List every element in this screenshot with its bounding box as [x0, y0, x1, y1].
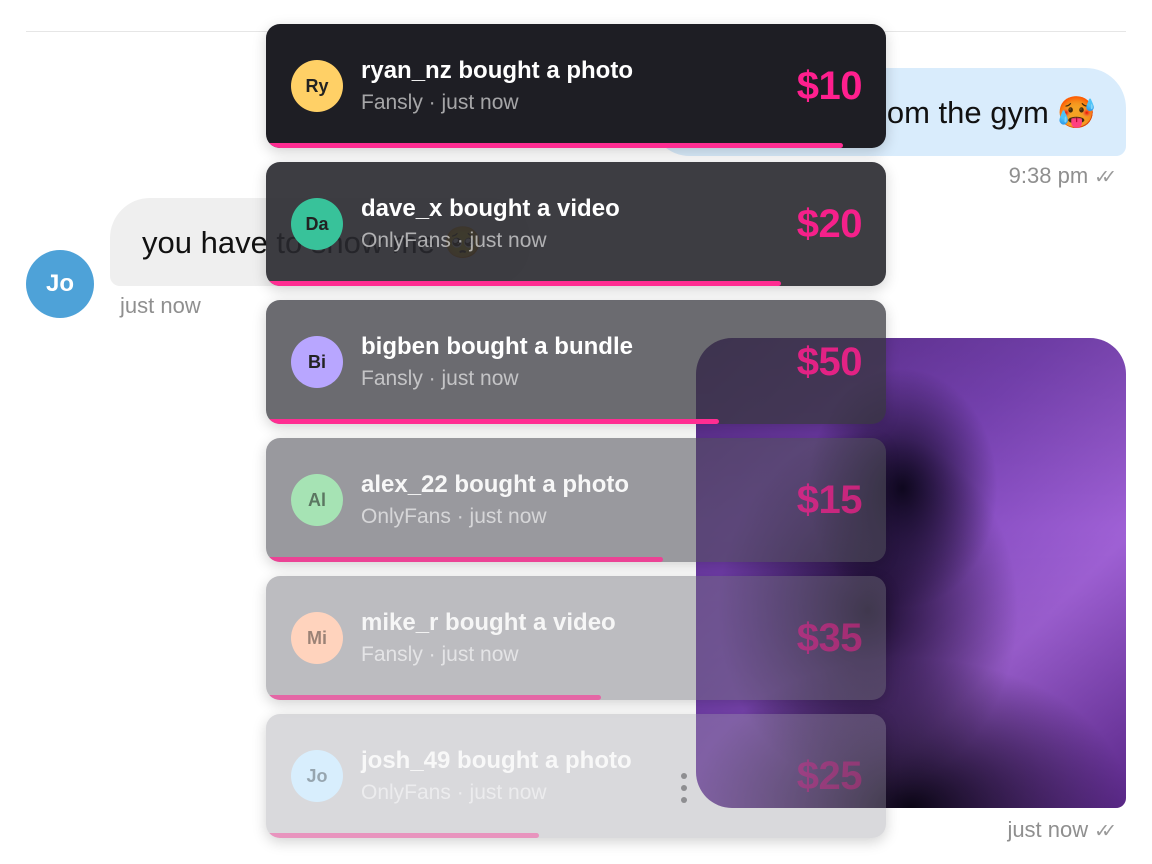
contact-avatar-initials: Jo	[45, 270, 74, 297]
sale-notification[interactable]: Ry ryan_nz bought a photo Fansly · just …	[266, 24, 886, 148]
dismiss-timer-bar	[266, 143, 843, 148]
notification-title: mike_r bought a video	[361, 609, 616, 636]
buyer-avatar: Da	[291, 198, 343, 250]
media-time-text: just now	[1007, 817, 1089, 842]
sale-amount: $10	[796, 64, 863, 108]
sale-amount: $35	[796, 616, 863, 660]
notification-title: bigben bought a bundle	[361, 333, 633, 360]
media-message-timestamp: just now ✓✓	[1007, 817, 1117, 843]
outgoing-message-text: om the gym 🥵	[886, 95, 1096, 130]
notification-subtitle: OnlyFans · just now	[361, 781, 547, 804]
outgoing-time-text: 9:38 pm	[1008, 163, 1089, 188]
notification-title: alex_22 bought a photo	[361, 471, 630, 498]
sale-amount: $15	[796, 478, 863, 522]
read-receipt-icon: ✓✓	[1094, 821, 1117, 842]
dismiss-timer-bar	[266, 695, 601, 700]
notification-title: ryan_nz bought a photo	[361, 57, 633, 84]
outgoing-message-timestamp: 9:38 pm ✓✓	[1008, 163, 1117, 189]
buyer-avatar: Jo	[291, 750, 343, 802]
incoming-message-timestamp: just now	[120, 293, 201, 318]
notification-subtitle: Fansly · just now	[361, 91, 519, 114]
notification-title: dave_x bought a video	[361, 195, 620, 222]
sale-amount: $20	[796, 202, 863, 246]
sale-notification[interactable]: Mi mike_r bought a video Fansly · just n…	[266, 576, 886, 700]
buyer-avatar: Mi	[291, 612, 343, 664]
sale-amount: $25	[796, 754, 863, 798]
buyer-avatar: Ry	[291, 60, 343, 112]
sale-notification[interactable]: Al alex_22 bought a photo OnlyFans · jus…	[266, 438, 886, 562]
notification-subtitle: Fansly · just now	[361, 367, 519, 390]
notification-subtitle: OnlyFans · just now	[361, 505, 547, 528]
sale-notification[interactable]: Da dave_x bought a video OnlyFans · just…	[266, 162, 886, 286]
sale-notification[interactable]: Jo josh_49 bought a photo OnlyFans · jus…	[266, 714, 886, 838]
notification-subtitle: OnlyFans · just now	[361, 229, 547, 252]
dismiss-timer-bar	[266, 419, 719, 424]
buyer-avatar: Bi	[291, 336, 343, 388]
read-receipt-icon: ✓✓	[1094, 167, 1117, 188]
dismiss-timer-bar	[266, 557, 663, 562]
sale-notification[interactable]: Bi bigben bought a bundle Fansly · just …	[266, 300, 886, 424]
notification-title: josh_49 bought a photo	[361, 747, 632, 774]
notification-subtitle: Fansly · just now	[361, 643, 519, 666]
sale-amount: $50	[796, 340, 863, 384]
dismiss-timer-bar	[266, 281, 781, 286]
dismiss-timer-bar	[266, 833, 539, 838]
contact-avatar[interactable]: Jo	[26, 250, 94, 318]
buyer-avatar: Al	[291, 474, 343, 526]
